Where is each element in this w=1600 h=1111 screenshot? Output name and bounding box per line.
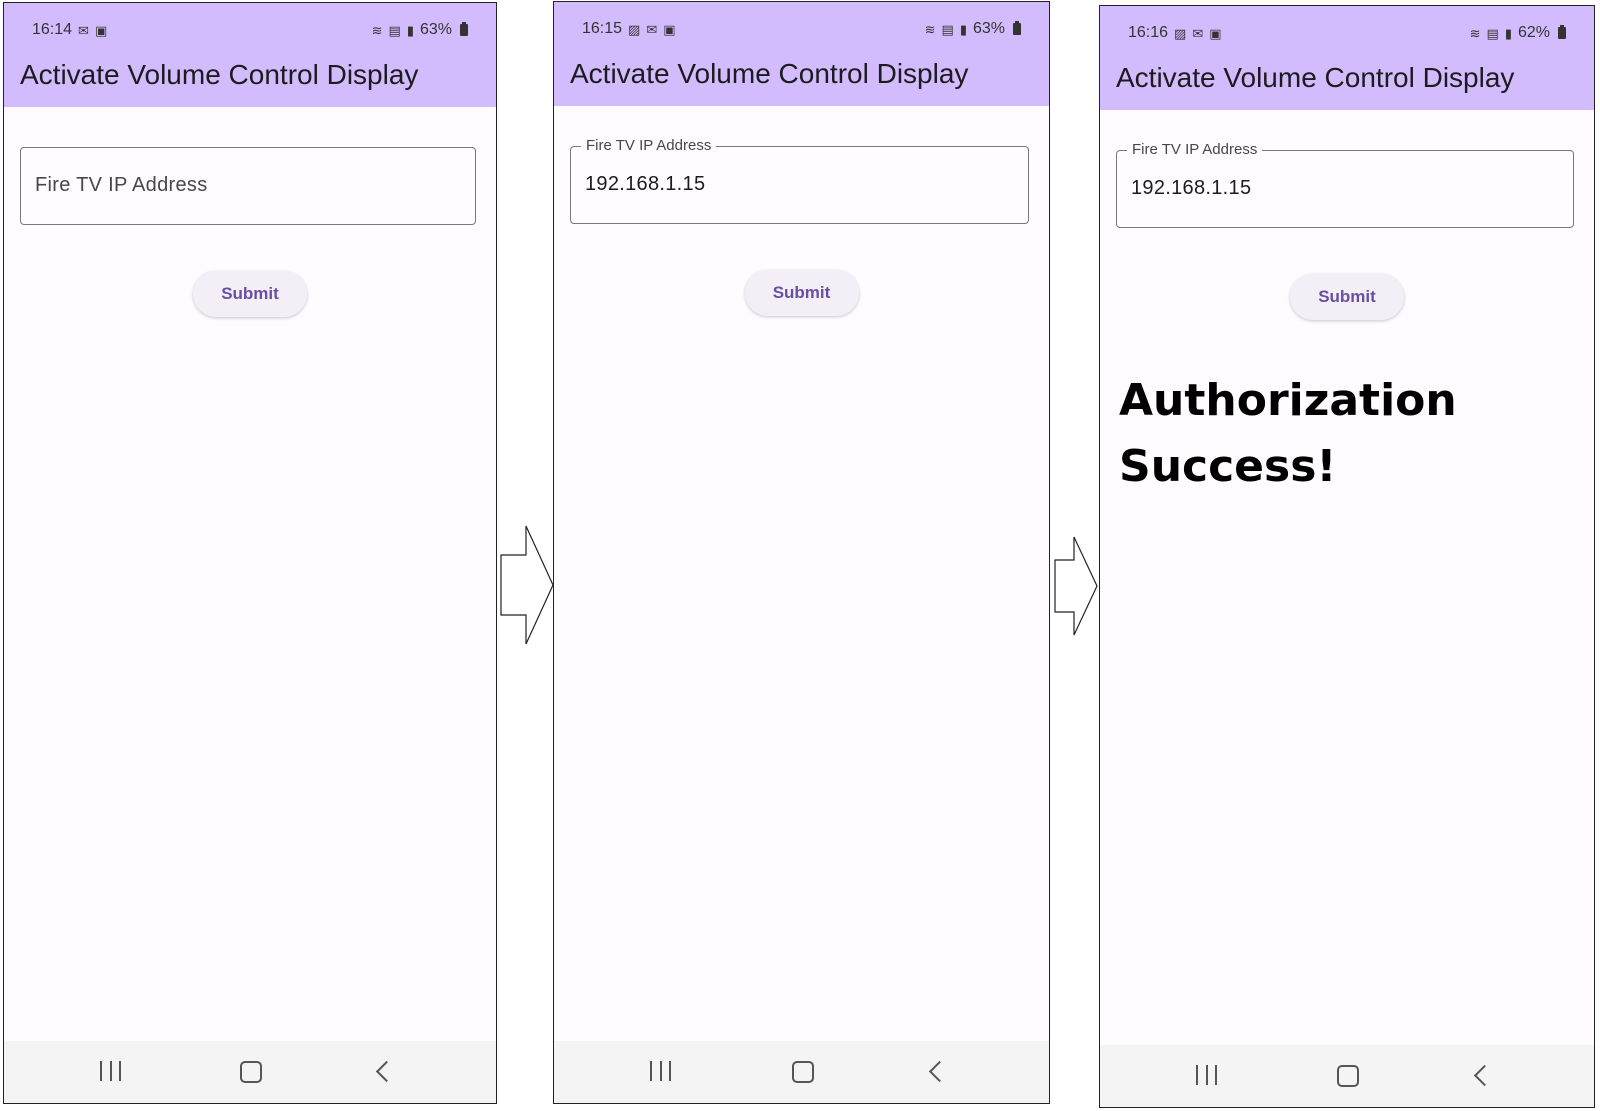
recents-icon[interactable] bbox=[650, 1061, 671, 1081]
image-icon: ▨ bbox=[1174, 25, 1187, 41]
app-bar: 16:15 ▨ ✉ ▣ ≋ ▤ ▮ 63% Activate Volume Co… bbox=[554, 2, 1049, 106]
signal-icon: ▮ bbox=[1504, 25, 1512, 41]
calendar-icon: ▣ bbox=[94, 22, 108, 38]
status-bar: 16:14 ✉ ▣ ≋ ▤ ▮ 63% bbox=[32, 19, 468, 41]
submit-button[interactable]: Submit bbox=[744, 270, 859, 316]
result-line: Success! bbox=[1119, 441, 1337, 492]
app-bar: 16:14 ✉ ▣ ≋ ▤ ▮ 63% Activate Volume Cont… bbox=[4, 3, 496, 107]
back-icon[interactable] bbox=[1473, 1064, 1496, 1087]
authorization-result: Authorization Success! bbox=[1119, 368, 1457, 500]
recents-icon[interactable] bbox=[100, 1061, 121, 1081]
status-time: 16:15 bbox=[582, 20, 623, 37]
signal-icon: ▮ bbox=[406, 22, 414, 38]
battery-icon bbox=[460, 22, 468, 36]
back-icon[interactable] bbox=[375, 1060, 398, 1083]
submit-button[interactable]: Submit bbox=[1290, 274, 1404, 320]
wifi-icon: ≋ bbox=[1469, 25, 1481, 41]
volte-icon: ▤ bbox=[941, 21, 954, 37]
gmail-icon: ✉ bbox=[1192, 25, 1204, 41]
transition-arrow-icon bbox=[500, 525, 554, 645]
calendar-icon: ▣ bbox=[663, 21, 676, 37]
status-bar: 16:16 ▨ ✉ ▣ ≋ ▤ ▮ 62% bbox=[1128, 22, 1566, 44]
gmail-icon: ✉ bbox=[646, 21, 658, 37]
battery-icon bbox=[1013, 21, 1021, 35]
wifi-icon: ≋ bbox=[924, 21, 936, 37]
volte-icon: ▤ bbox=[1486, 25, 1499, 41]
navigation-bar bbox=[1100, 1045, 1594, 1107]
ip-address-value: 192.168.1.15 bbox=[1131, 177, 1252, 199]
ip-address-label: Fire TV IP Address bbox=[581, 137, 717, 154]
recents-icon[interactable] bbox=[1196, 1065, 1217, 1085]
volte-icon: ▤ bbox=[388, 22, 401, 38]
submit-button[interactable]: Submit bbox=[193, 271, 307, 317]
phone-screen-3: 16:16 ▨ ✉ ▣ ≋ ▤ ▮ 62% Activate Volume Co… bbox=[1099, 5, 1595, 1108]
battery-icon bbox=[1558, 25, 1566, 39]
ip-address-label: Fire TV IP Address bbox=[1127, 141, 1263, 158]
battery-percent: 62% bbox=[1517, 24, 1550, 41]
home-icon[interactable] bbox=[791, 1061, 814, 1083]
app-title: Activate Volume Control Display bbox=[570, 58, 969, 89]
status-time: 16:14 bbox=[32, 21, 73, 38]
status-time: 16:16 bbox=[1128, 24, 1169, 41]
gmail-icon: ✉ bbox=[78, 22, 89, 38]
ip-address-value: 192.168.1.15 bbox=[585, 173, 706, 195]
back-icon[interactable] bbox=[928, 1060, 951, 1083]
battery-percent: 63% bbox=[419, 21, 452, 38]
image-icon: ▨ bbox=[628, 21, 641, 37]
home-icon[interactable] bbox=[1337, 1065, 1359, 1087]
ip-address-input[interactable]: Fire TV IP Address 192.168.1.15 bbox=[570, 137, 1029, 224]
phone-screen-2: 16:15 ▨ ✉ ▣ ≋ ▤ ▮ 63% Activate Volume Co… bbox=[553, 1, 1050, 1104]
signal-icon: ▮ bbox=[959, 21, 967, 37]
calendar-icon: ▣ bbox=[1209, 25, 1222, 41]
app-title: Activate Volume Control Display bbox=[1116, 62, 1515, 93]
navigation-bar bbox=[554, 1041, 1049, 1103]
app-bar: 16:16 ▨ ✉ ▣ ≋ ▤ ▮ 62% Activate Volume Co… bbox=[1100, 6, 1594, 110]
home-icon[interactable] bbox=[240, 1061, 262, 1083]
ip-address-input[interactable]: Fire TV IP Address bbox=[20, 147, 476, 225]
result-line: Authorization bbox=[1119, 375, 1457, 426]
navigation-bar bbox=[4, 1041, 496, 1103]
battery-percent: 63% bbox=[972, 20, 1005, 37]
app-title: Activate Volume Control Display bbox=[20, 59, 419, 90]
phone-screen-1: 16:14 ✉ ▣ ≋ ▤ ▮ 63% Activate Volume Cont… bbox=[3, 2, 497, 1104]
transition-arrow-icon bbox=[1054, 536, 1098, 636]
wifi-icon: ≋ bbox=[371, 22, 383, 38]
status-bar: 16:15 ▨ ✉ ▣ ≋ ▤ ▮ 63% bbox=[582, 18, 1021, 40]
ip-address-input[interactable]: Fire TV IP Address 192.168.1.15 bbox=[1116, 141, 1574, 228]
ip-address-placeholder: Fire TV IP Address bbox=[35, 174, 208, 196]
